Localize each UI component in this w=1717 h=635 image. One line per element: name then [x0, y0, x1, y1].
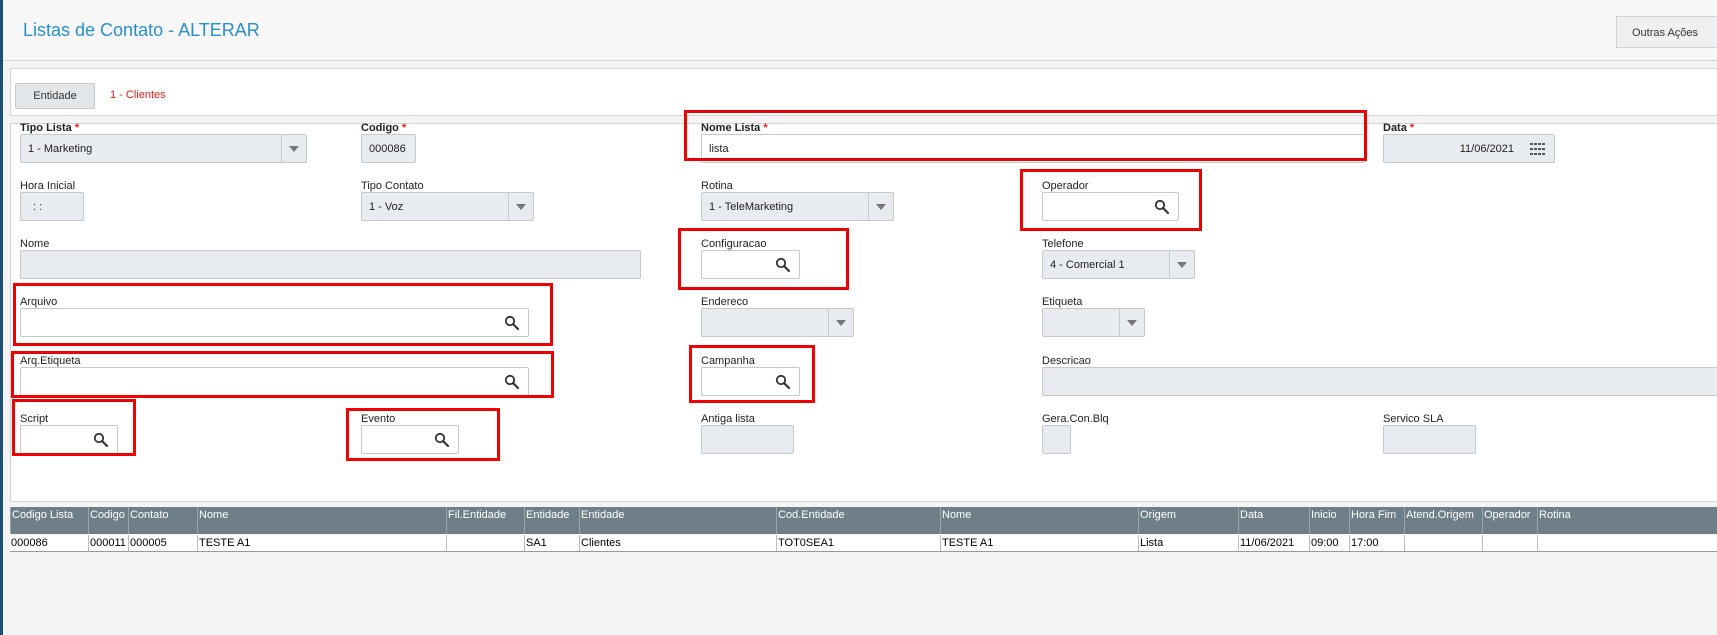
page-header: Listas de Contato - ALTERAR Outras Ações…	[3, 0, 1717, 61]
entidade-value: 1 - Clientes	[110, 89, 166, 101]
chevron-down-icon[interactable]	[281, 135, 306, 162]
column-header[interactable]: Rotina	[1537, 507, 1717, 534]
page-title: Listas de Contato - ALTERAR	[23, 20, 260, 40]
servico-sla-field[interactable]	[1383, 425, 1476, 454]
tipo-contato-select[interactable]: 1 - Voz	[361, 192, 534, 221]
table-cell: TESTE A1	[197, 535, 446, 551]
endereco-label: Endereco	[701, 296, 749, 308]
tipo-contato-label: Tipo Contato	[361, 180, 424, 192]
column-header[interactable]: Entidade	[524, 507, 579, 534]
telefone-label: Telefone	[1042, 238, 1084, 250]
codigo-field[interactable]: 000086	[361, 134, 416, 163]
chevron-down-icon[interactable]	[828, 309, 853, 336]
column-header[interactable]: Inicio	[1309, 507, 1349, 534]
antiga-lista-field[interactable]	[701, 425, 794, 454]
column-header[interactable]: Codigo Lista	[10, 507, 88, 534]
descricao-label: Descricao	[1042, 355, 1091, 367]
highlight-box-configuracao	[678, 228, 849, 290]
etiqueta-label: Etiqueta	[1042, 296, 1083, 308]
table-cell	[1404, 535, 1482, 551]
table-cell: 000086	[11, 537, 48, 549]
hora-inicial-field[interactable]: : :	[20, 192, 84, 221]
tipo-lista-value: 1 - Marketing	[28, 143, 93, 155]
nome-field[interactable]	[20, 250, 641, 279]
tipo-contato-value: 1 - Voz	[369, 201, 404, 213]
descricao-field[interactable]	[1042, 367, 1717, 396]
table-cell	[446, 535, 524, 551]
table-cell: TESTE A1	[940, 535, 1138, 551]
entidade-button[interactable]: Entidade	[15, 83, 95, 109]
highlight-box-arquivo	[13, 283, 553, 346]
tipo-lista-select[interactable]: 1 - Marketing	[20, 134, 307, 163]
etiqueta-select[interactable]	[1042, 308, 1145, 337]
nome-label: Nome	[20, 238, 50, 250]
data-value: 11/06/2021	[1459, 143, 1514, 155]
telefone-select[interactable]: 4 - Comercial 1	[1042, 250, 1195, 279]
column-header[interactable]: Fil.Entidade	[446, 507, 524, 534]
antiga-lista-label: Antiga lista	[701, 413, 755, 425]
left-accent-bar	[0, 0, 3, 635]
chevron-down-icon[interactable]	[508, 193, 533, 220]
codigo-value: 000086	[369, 143, 406, 155]
highlight-box-nome-lista	[684, 110, 1367, 161]
highlight-box-campanha	[689, 345, 815, 403]
column-header[interactable]: Atend.Origem	[1404, 507, 1482, 534]
table-cell: 09:00	[1309, 535, 1349, 551]
gera-con-blq-field[interactable]	[1042, 425, 1071, 454]
rotina-select[interactable]: 1 - TeleMarketing	[701, 192, 894, 221]
table-cell: 000005	[128, 535, 197, 551]
grid-header: Codigo Lista Codigo Contato Nome Fil.Ent…	[10, 507, 1717, 534]
chevron-down-icon[interactable]	[1119, 309, 1144, 336]
table-cell: 000011	[88, 535, 128, 551]
servico-sla-label: Servico SLA	[1383, 413, 1444, 425]
hora-inicial-value: : :	[33, 201, 43, 213]
telefone-value: 4 - Comercial 1	[1050, 259, 1125, 271]
table-row[interactable]: 000086 000011 000005 TESTE A1 SA1 Client…	[10, 535, 1717, 552]
data-field[interactable]: 11/06/2021	[1383, 134, 1555, 163]
table-cell	[1537, 535, 1717, 551]
endereco-select[interactable]	[701, 308, 854, 337]
rotina-label: Rotina	[701, 180, 733, 192]
table-cell: SA1	[524, 535, 579, 551]
entidade-panel: Entidade 1 - Clientes	[10, 68, 1717, 116]
column-header[interactable]: Entidade	[579, 507, 776, 534]
column-header[interactable]: Hora Fim	[1349, 507, 1404, 534]
column-header[interactable]: Cod.Entidade	[776, 507, 940, 534]
table-cell	[1482, 535, 1537, 551]
table-cell: Clientes	[579, 535, 776, 551]
rotina-value: 1 - TeleMarketing	[709, 201, 794, 213]
data-label: Data *	[1383, 122, 1415, 134]
column-header[interactable]: Nome	[940, 507, 1138, 534]
column-header[interactable]: Data	[1238, 507, 1309, 534]
table-cell: 17:00	[1349, 535, 1404, 551]
column-header[interactable]: Codigo	[88, 507, 128, 534]
contacts-grid: Codigo Lista Codigo Contato Nome Fil.Ent…	[10, 507, 1717, 635]
table-cell: TOT0SEA1	[776, 535, 940, 551]
tipo-lista-label: Tipo Lista *	[20, 122, 80, 134]
gera-con-blq-label: Gera.Con.Blq	[1042, 413, 1109, 425]
highlight-box-operador	[1020, 169, 1202, 231]
column-header[interactable]: Operador	[1482, 507, 1537, 534]
chevron-down-icon[interactable]	[868, 193, 893, 220]
calendar-icon[interactable]	[1530, 143, 1546, 155]
chevron-down-icon[interactable]	[1169, 251, 1194, 278]
codigo-label: Codigo *	[361, 122, 407, 134]
highlight-box-script	[12, 399, 136, 456]
table-cell: 11/06/2021	[1238, 535, 1309, 551]
outras-acoes-label: Outras Ações	[1632, 27, 1699, 39]
hora-inicial-label: Hora Inicial	[20, 180, 76, 192]
outras-acoes-button[interactable]: Outras Ações ▼	[1616, 16, 1717, 48]
highlight-box-arq-etiqueta	[11, 351, 554, 398]
column-header[interactable]: Nome	[197, 507, 446, 534]
column-header[interactable]: Contato	[128, 507, 197, 534]
table-cell: Lista	[1138, 535, 1238, 551]
highlight-box-evento	[346, 408, 500, 461]
column-header[interactable]: Origem	[1138, 507, 1238, 534]
